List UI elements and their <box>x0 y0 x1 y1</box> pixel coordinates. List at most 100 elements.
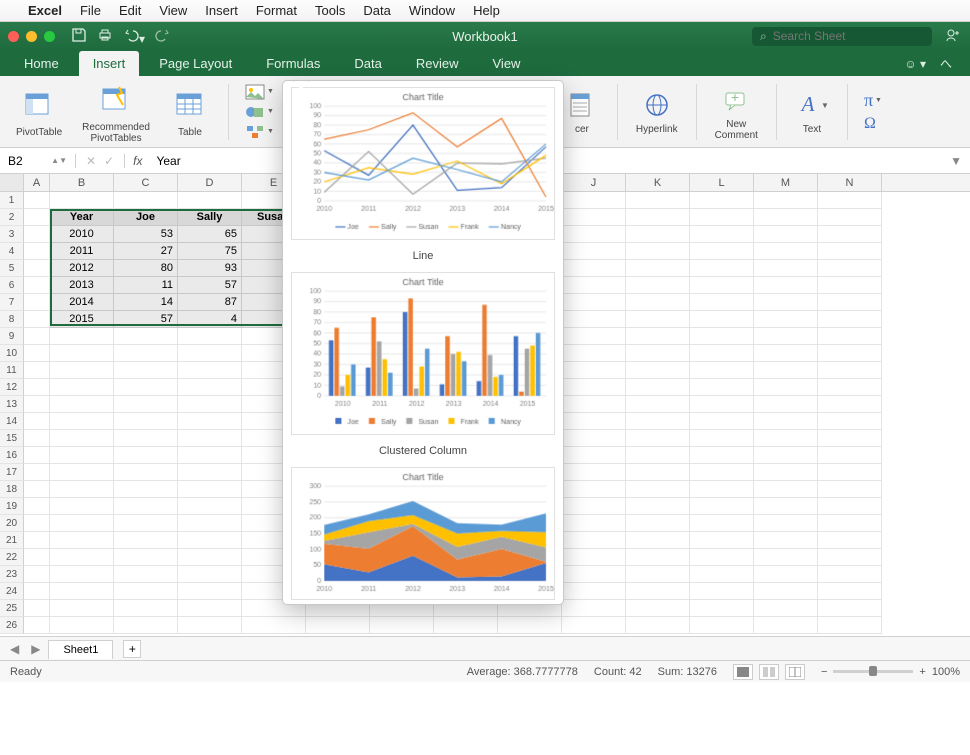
cell[interactable] <box>562 311 626 328</box>
cell[interactable]: Joe <box>114 209 178 226</box>
cell[interactable] <box>690 583 754 600</box>
cell[interactable] <box>50 498 114 515</box>
cell[interactable] <box>498 617 562 634</box>
cell[interactable] <box>818 515 882 532</box>
cell[interactable] <box>114 328 178 345</box>
cell[interactable] <box>114 396 178 413</box>
cell[interactable] <box>178 532 242 549</box>
cell[interactable] <box>178 413 242 430</box>
cell[interactable] <box>24 481 50 498</box>
menu-window[interactable]: Window <box>409 3 455 18</box>
cell[interactable]: 2015 <box>50 311 114 328</box>
cell[interactable] <box>562 226 626 243</box>
cell[interactable] <box>754 464 818 481</box>
cell[interactable] <box>690 464 754 481</box>
shapes-button[interactable]: ▼ <box>245 104 274 120</box>
cell[interactable] <box>754 311 818 328</box>
cell[interactable] <box>114 532 178 549</box>
cell[interactable] <box>818 243 882 260</box>
cell[interactable] <box>50 566 114 583</box>
col-header-J[interactable]: J <box>562 174 626 191</box>
cell[interactable] <box>754 515 818 532</box>
cell[interactable] <box>754 362 818 379</box>
cell[interactable] <box>754 328 818 345</box>
cell[interactable] <box>626 260 690 277</box>
cell[interactable] <box>690 447 754 464</box>
new-comment-button[interactable]: + New Comment <box>709 83 764 141</box>
cell[interactable] <box>690 192 754 209</box>
cell[interactable] <box>562 481 626 498</box>
cell[interactable] <box>690 413 754 430</box>
cell[interactable] <box>754 617 818 634</box>
cell[interactable] <box>178 328 242 345</box>
col-header-K[interactable]: K <box>626 174 690 191</box>
cell[interactable] <box>626 294 690 311</box>
col-header-A[interactable]: A <box>24 174 50 191</box>
cell[interactable] <box>562 379 626 396</box>
menu-file[interactable]: File <box>80 3 101 18</box>
cell[interactable]: 2014 <box>50 294 114 311</box>
select-all-corner[interactable] <box>0 174 24 191</box>
cell[interactable]: 2011 <box>50 243 114 260</box>
cell[interactable] <box>178 379 242 396</box>
cell[interactable] <box>114 464 178 481</box>
cell[interactable] <box>114 566 178 583</box>
cell[interactable] <box>114 192 178 209</box>
cell[interactable] <box>690 617 754 634</box>
cell[interactable] <box>50 600 114 617</box>
cell[interactable] <box>178 481 242 498</box>
row-header[interactable]: 21 <box>0 532 24 549</box>
cell[interactable]: 14 <box>114 294 178 311</box>
cell[interactable] <box>690 260 754 277</box>
row-header[interactable]: 25 <box>0 600 24 617</box>
cell[interactable] <box>50 413 114 430</box>
cell[interactable] <box>242 617 306 634</box>
cell[interactable] <box>50 549 114 566</box>
menu-view[interactable]: View <box>159 3 187 18</box>
zoom-out-icon[interactable]: − <box>821 666 827 678</box>
fx-label[interactable]: fx <box>125 154 150 168</box>
cell[interactable] <box>818 345 882 362</box>
cell[interactable]: 57 <box>178 277 242 294</box>
col-header-B[interactable]: B <box>50 174 114 191</box>
cell[interactable] <box>818 549 882 566</box>
cell[interactable] <box>690 566 754 583</box>
cell[interactable] <box>818 396 882 413</box>
cell[interactable] <box>178 464 242 481</box>
cell[interactable] <box>562 396 626 413</box>
row-header[interactable]: 9 <box>0 328 24 345</box>
cell[interactable] <box>818 464 882 481</box>
table-button[interactable]: Table <box>164 85 216 138</box>
row-header[interactable]: 15 <box>0 430 24 447</box>
cell[interactable]: 2013 <box>50 277 114 294</box>
cell[interactable] <box>690 600 754 617</box>
symbol-button[interactable]: Ω <box>864 115 882 133</box>
smartart-button[interactable]: ▼ <box>245 124 274 140</box>
cell[interactable] <box>178 192 242 209</box>
cell[interactable] <box>626 311 690 328</box>
cell[interactable] <box>754 396 818 413</box>
cell[interactable] <box>178 600 242 617</box>
cell[interactable] <box>562 515 626 532</box>
cell[interactable] <box>626 566 690 583</box>
close-window-icon[interactable] <box>8 31 19 42</box>
cell[interactable] <box>626 226 690 243</box>
cell[interactable] <box>24 209 50 226</box>
cell[interactable] <box>24 413 50 430</box>
cell[interactable] <box>754 243 818 260</box>
cell[interactable] <box>690 379 754 396</box>
cell[interactable] <box>690 549 754 566</box>
undo-icon[interactable]: ▾ <box>123 27 145 46</box>
cell[interactable] <box>434 617 498 634</box>
cell[interactable] <box>178 549 242 566</box>
cell[interactable] <box>818 481 882 498</box>
pictures-button[interactable]: ▼ <box>245 84 274 100</box>
cell[interactable] <box>562 447 626 464</box>
cell[interactable] <box>178 566 242 583</box>
row-header[interactable]: 4 <box>0 243 24 260</box>
row-header[interactable]: 17 <box>0 464 24 481</box>
cell[interactable] <box>818 600 882 617</box>
cell[interactable]: Sally <box>178 209 242 226</box>
mac-menubar[interactable]: Excel File Edit View Insert Format Tools… <box>0 0 970 22</box>
row-header[interactable]: 19 <box>0 498 24 515</box>
